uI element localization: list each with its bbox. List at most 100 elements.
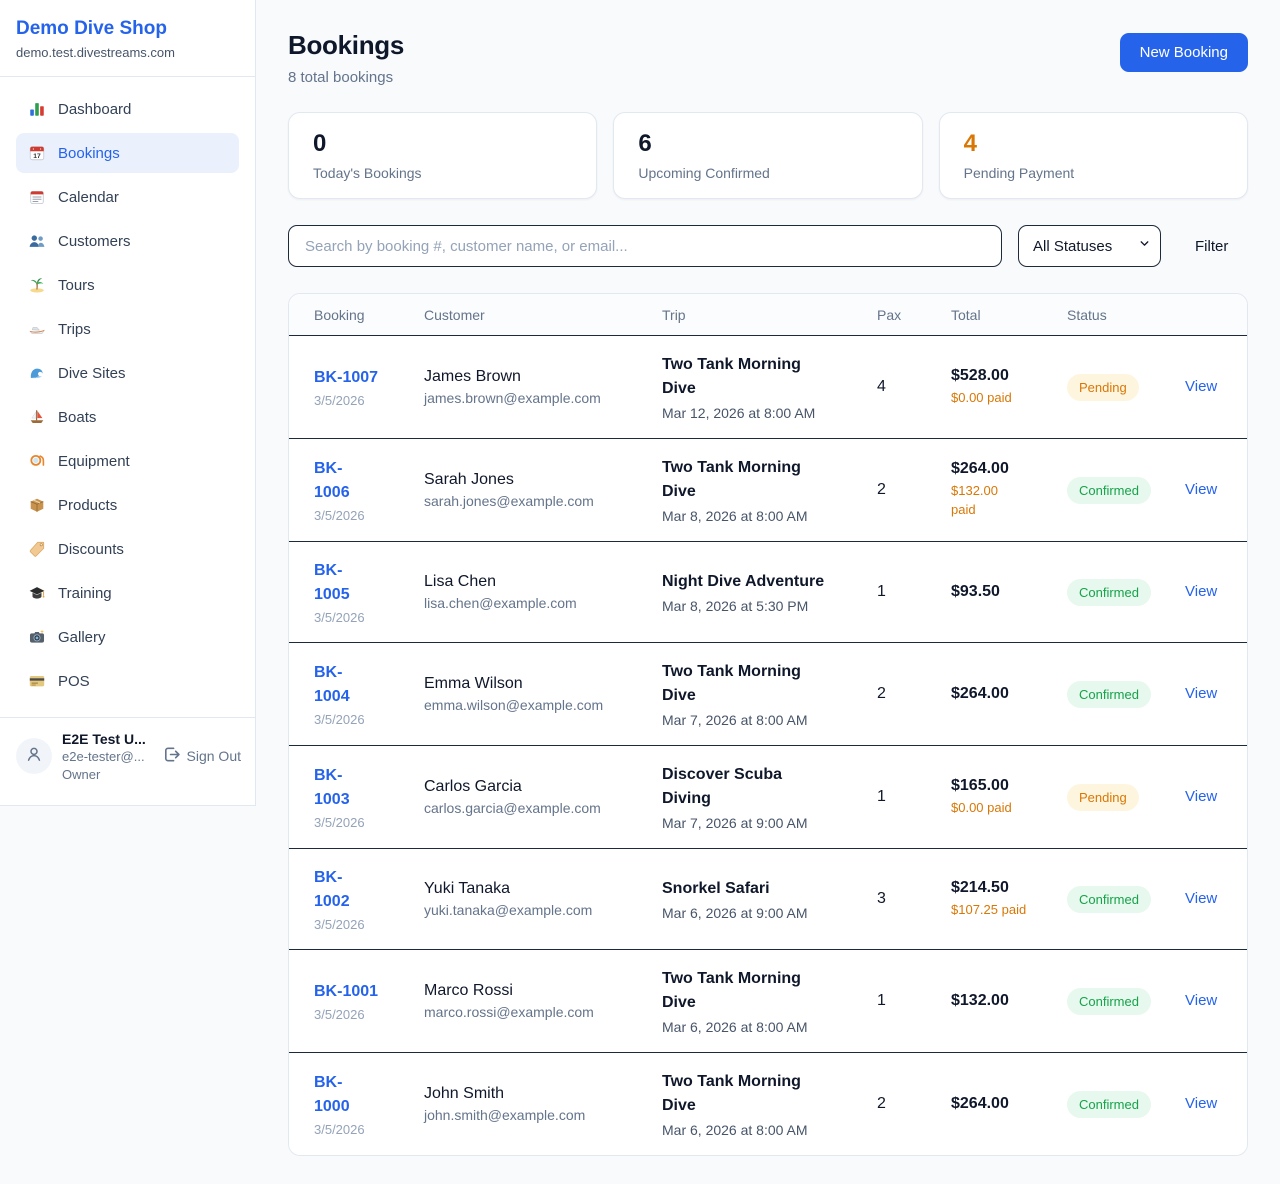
sidebar-item-label: Discounts [58,541,124,558]
booking-date: 3/5/2026 [314,610,424,625]
total-amount: $264.00 [951,685,1067,703]
sidebar-item-label: POS [58,673,90,690]
sidebar-item-label: Equipment [58,453,130,470]
booking-id-link[interactable]: BK-1001 [314,980,378,1004]
paid-amount: $0.00 paid [951,389,1067,408]
customer-email: marco.rossi@example.com [424,1004,662,1020]
trip-datetime: Mar 6, 2026 at 9:00 AM [662,905,877,921]
filter-row: All Statuses Filter [288,225,1248,267]
total-amount: $214.50 [951,879,1067,897]
sidebar-item-customers[interactable]: Customers [16,221,239,261]
view-link[interactable]: View [1185,583,1217,600]
trip-name: Snorkel Safari [662,877,877,901]
customer-name: John Smith [424,1085,662,1103]
person-icon [24,744,44,769]
sidebar-item-label: Calendar [58,189,119,206]
table-row: BK- 1006 3/5/2026 Sarah Jones sarah.jone… [289,438,1247,541]
view-link[interactable]: View [1185,890,1217,907]
booking-date: 3/5/2026 [314,508,424,523]
booking-id-link[interactable]: BK- 1000 [314,1071,350,1119]
view-link[interactable]: View [1185,378,1217,395]
booking-id-link[interactable]: BK- 1003 [314,764,350,812]
customer-name: Emma Wilson [424,675,662,693]
sign-out-button[interactable]: Sign Out [162,745,241,767]
total-amount: $93.50 [951,583,1067,601]
sidebar-item-tours[interactable]: Tours [16,265,239,305]
customers-icon [28,232,46,250]
sidebar-item-dashboard[interactable]: Dashboard [16,89,239,129]
total-amount: $264.00 [951,1095,1067,1113]
sign-out-label: Sign Out [187,748,241,764]
status-select-wrap: All Statuses [1018,225,1161,267]
pax-count: 1 [877,992,951,1010]
total-amount: $264.00 [951,460,1067,478]
pos-icon [28,672,46,690]
trip-name: Discover Scuba Diving [662,763,877,811]
column-header: Pax [877,307,951,323]
customer-name: Yuki Tanaka [424,880,662,898]
sidebar-item-calendar[interactable]: Calendar [16,177,239,217]
booking-date: 3/5/2026 [314,917,424,932]
booking-id-link[interactable]: BK-1007 [314,366,378,390]
sidebar-nav: Dashboard 17 Bookings Calendar Customers… [0,77,255,717]
sidebar-item-gallery[interactable]: Gallery [16,617,239,657]
view-link[interactable]: View [1185,685,1217,702]
main-content: Bookings 8 total bookings New Booking 0 … [256,0,1280,1184]
customer-name: Lisa Chen [424,573,662,591]
paid-amount: $132.00 paid [951,482,1067,520]
pax-count: 2 [877,685,951,703]
stat-label: Upcoming Confirmed [638,165,897,181]
table-row: BK-1001 3/5/2026 Marco Rossi marco.rossi… [289,949,1247,1052]
sidebar-item-dive-sites[interactable]: Dive Sites [16,353,239,393]
sidebar-item-label: Tours [58,277,95,294]
new-booking-button[interactable]: New Booking [1120,33,1248,72]
stats-cards: 0 Today's Bookings 6 Upcoming Confirmed … [288,112,1248,199]
trip-datetime: Mar 12, 2026 at 8:00 AM [662,405,877,421]
view-link[interactable]: View [1185,992,1217,1009]
booking-id-link[interactable]: BK- 1002 [314,866,350,914]
sidebar-item-discounts[interactable]: Discounts [16,529,239,569]
brand-name[interactable]: Demo Dive Shop [16,18,239,40]
column-header: Customer [424,307,662,323]
pax-count: 4 [877,378,951,396]
trip-datetime: Mar 6, 2026 at 8:00 AM [662,1122,877,1138]
sidebar-item-bookings[interactable]: 17 Bookings [16,133,239,173]
sidebar-item-boats[interactable]: Boats [16,397,239,437]
status-badge: Confirmed [1067,988,1151,1015]
status-select[interactable]: All Statuses [1018,225,1161,267]
equipment-icon [28,452,46,470]
status-badge: Confirmed [1067,886,1151,913]
total-amount: $165.00 [951,777,1067,795]
status-badge: Confirmed [1067,579,1151,606]
sidebar-item-training[interactable]: Training [16,573,239,613]
table-row: BK- 1005 3/5/2026 Lisa Chen lisa.chen@ex… [289,541,1247,642]
status-badge: Confirmed [1067,681,1151,708]
booking-id-link[interactable]: BK- 1005 [314,559,350,607]
sign-out-icon [162,745,181,767]
table-row: BK- 1004 3/5/2026 Emma Wilson emma.wilso… [289,642,1247,745]
trip-datetime: Mar 7, 2026 at 9:00 AM [662,815,877,831]
products-icon [28,496,46,514]
sidebar-item-products[interactable]: Products [16,485,239,525]
pax-count: 2 [877,481,951,499]
calendar-icon [28,188,46,206]
view-link[interactable]: View [1185,481,1217,498]
sidebar-item-trips[interactable]: Trips [16,309,239,349]
booking-id-link[interactable]: BK- 1004 [314,661,350,709]
search-input[interactable] [288,225,1002,267]
paid-amount: $107.25 paid [951,901,1067,920]
column-header: Status [1067,307,1185,323]
gallery-icon [28,628,46,646]
page-subtitle: 8 total bookings [288,69,404,86]
booking-date: 3/5/2026 [314,712,424,727]
filter-button[interactable]: Filter [1195,238,1228,255]
trip-datetime: Mar 6, 2026 at 8:00 AM [662,1019,877,1035]
view-link[interactable]: View [1185,1095,1217,1112]
pax-count: 1 [877,583,951,601]
view-link[interactable]: View [1185,788,1217,805]
booking-id-link[interactable]: BK- 1006 [314,457,350,505]
status-badge: Pending [1067,784,1139,811]
sidebar-item-pos[interactable]: POS [16,661,239,701]
status-badge: Confirmed [1067,1091,1151,1118]
sidebar-item-equipment[interactable]: Equipment [16,441,239,481]
